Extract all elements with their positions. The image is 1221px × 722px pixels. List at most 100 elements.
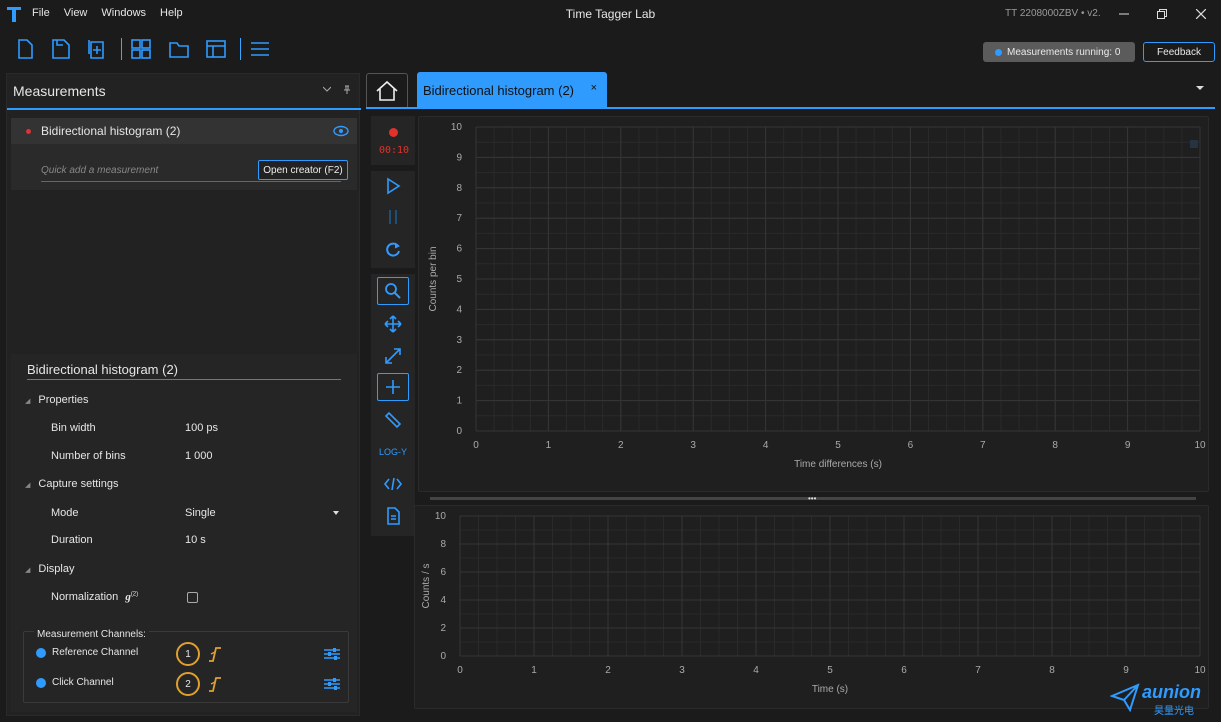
- close-window-button[interactable]: [1189, 4, 1213, 24]
- crosshair-icon: [386, 380, 400, 394]
- channel-color-dot: [36, 648, 46, 658]
- hamburger-menu-icon[interactable]: [249, 38, 271, 60]
- channel-number-button[interactable]: 2: [176, 672, 200, 696]
- properties-panel: Bidirectional histogram (2) ◢ Properties …: [11, 354, 357, 712]
- minimize-button[interactable]: [1112, 4, 1136, 24]
- normalization-checkbox[interactable]: [187, 592, 198, 603]
- channel-row-click: Click Channel 2: [36, 672, 346, 696]
- normalization-superscript: (2): [130, 591, 139, 598]
- tab-label: Bidirectional histogram (2): [423, 82, 575, 98]
- recording-dot: [26, 128, 31, 134]
- y-tick-label: 0: [440, 651, 446, 662]
- counts-chart[interactable]: 0 1 2 3 4 5 6 7 8 9 10 0 2 4 6 8 10 Time (s) Counts / s: [415, 506, 1210, 710]
- section-display[interactable]: ◢ Display: [25, 563, 74, 575]
- measurement-channels-box: Measurement Channels: Reference Channel …: [23, 629, 349, 703]
- channel-color-dot: [36, 678, 46, 688]
- toolbar-separator: [371, 165, 415, 171]
- mode-select[interactable]: Single: [185, 507, 345, 519]
- fit-expand-icon[interactable]: [383, 346, 403, 366]
- y-tick-label: 1: [456, 396, 462, 407]
- section-properties[interactable]: ◢ Properties: [25, 394, 89, 406]
- x-tick-label: 5: [835, 440, 841, 451]
- visibility-eye-icon[interactable]: [333, 124, 349, 138]
- x-tick-label: 4: [763, 440, 769, 451]
- settings-sliders-icon[interactable]: [324, 677, 340, 691]
- settings-sliders-icon[interactable]: [324, 647, 340, 661]
- search-icon: [385, 283, 401, 299]
- add-file-icon[interactable]: [86, 38, 108, 60]
- channel-name: Reference Channel: [52, 647, 139, 658]
- restore-button[interactable]: [1150, 4, 1174, 24]
- rising-edge-icon[interactable]: [208, 675, 222, 693]
- splitter-handle-icon[interactable]: •••: [808, 495, 816, 503]
- tab-menu-arrow-icon[interactable]: [1196, 86, 1204, 90]
- channel-number-button[interactable]: 1: [176, 642, 200, 666]
- y-tick-label: 4: [440, 595, 446, 606]
- aunion-watermark-logo: aunion 昊量光电: [1110, 680, 1210, 717]
- histogram-chart[interactable]: 0 1 2 3 4 5 6 7 8 9 10 0 1 2 3 4 5 6 7 8 9 10 Time differences…: [419, 117, 1210, 493]
- pause-icon[interactable]: [383, 207, 403, 227]
- toolbar-separator: [371, 268, 415, 274]
- y-tick-label: 10: [435, 511, 447, 522]
- x-tick-label: 7: [975, 665, 981, 676]
- toolbar-separator: [240, 38, 241, 60]
- channels-title: Measurement Channels:: [34, 629, 149, 640]
- pin-icon[interactable]: [343, 85, 351, 95]
- normalization-text: Normalization: [51, 591, 119, 603]
- title-bar: File View Windows Help Time Tagger Lab T…: [0, 0, 1221, 28]
- x-tick-label: 2: [605, 665, 611, 676]
- collapse-triangle-icon: ◢: [25, 482, 31, 489]
- record-button[interactable]: [389, 128, 398, 137]
- new-file-icon[interactable]: [14, 38, 36, 60]
- log-y-toggle[interactable]: LOG-Y: [371, 447, 415, 457]
- y-tick-label: 5: [456, 274, 462, 285]
- y-tick-label: 6: [456, 244, 462, 255]
- play-icon[interactable]: [383, 176, 403, 196]
- grid-layout-icon[interactable]: [130, 38, 152, 60]
- number-of-bins-label: Number of bins: [51, 450, 126, 462]
- section-capture-settings[interactable]: ◢ Capture settings: [25, 478, 119, 490]
- x-tick-label: 4: [753, 665, 759, 676]
- ruler-icon[interactable]: [383, 410, 403, 430]
- tab-bidirectional-histogram[interactable]: Bidirectional histogram (2) ×: [417, 72, 607, 108]
- x-tick-label: 6: [901, 665, 907, 676]
- normalization-label: Normalization g(2): [51, 591, 138, 603]
- rising-edge-icon[interactable]: [208, 645, 222, 663]
- histogram-plot-panel[interactable]: 0 1 2 3 4 5 6 7 8 9 10 0 1 2 3 4 5 6 7 8 9 10 Time differences…: [418, 116, 1209, 492]
- channel-name: Click Channel: [52, 677, 114, 688]
- x-tick-label: 0: [457, 665, 463, 676]
- save-file-icon[interactable]: [50, 38, 72, 60]
- section-label: Properties: [38, 394, 89, 406]
- duration-value[interactable]: 10 s: [185, 534, 206, 546]
- x-tick-label: 9: [1125, 440, 1131, 451]
- watermark-text: aunion: [1142, 682, 1201, 702]
- x-tick-label: 8: [1052, 440, 1058, 451]
- document-icon[interactable]: [383, 506, 403, 526]
- close-icon: [1196, 9, 1206, 19]
- section-label: Display: [38, 563, 75, 575]
- panel-layout-icon[interactable]: [205, 38, 227, 60]
- y-tick-label: 8: [456, 183, 462, 194]
- y-tick-label: 7: [456, 213, 462, 224]
- feedback-button[interactable]: Feedback: [1143, 42, 1215, 62]
- code-icon[interactable]: [383, 474, 403, 494]
- x-tick-label: 3: [679, 665, 685, 676]
- counts-plot-panel[interactable]: 0 1 2 3 4 5 6 7 8 9 10 0 2 4 6 8 10 Time (s) Counts / s: [414, 505, 1209, 709]
- bin-width-value[interactable]: 100 ps: [185, 422, 218, 434]
- move-pan-icon[interactable]: [383, 314, 403, 334]
- tab-close-button[interactable]: ×: [591, 82, 597, 94]
- y-tick-label: 9: [456, 152, 462, 163]
- folder-icon[interactable]: [168, 38, 190, 60]
- number-of-bins-value[interactable]: 1 000: [185, 450, 213, 462]
- measurement-list-item[interactable]: Bidirectional histogram (2): [11, 118, 357, 144]
- x-tick-label: 6: [908, 440, 914, 451]
- panel-title: Measurements: [13, 83, 106, 99]
- legend-marker: [1190, 140, 1198, 148]
- y-tick-label: 0: [456, 426, 462, 437]
- chevron-down-icon[interactable]: [323, 86, 331, 92]
- refresh-icon[interactable]: [383, 240, 403, 260]
- measurements-running-badge[interactable]: Measurements running: 0: [983, 42, 1135, 62]
- collapse-triangle-icon: ◢: [25, 398, 31, 405]
- home-tab[interactable]: [366, 73, 408, 107]
- open-creator-button[interactable]: Open creator (F2): [258, 160, 348, 180]
